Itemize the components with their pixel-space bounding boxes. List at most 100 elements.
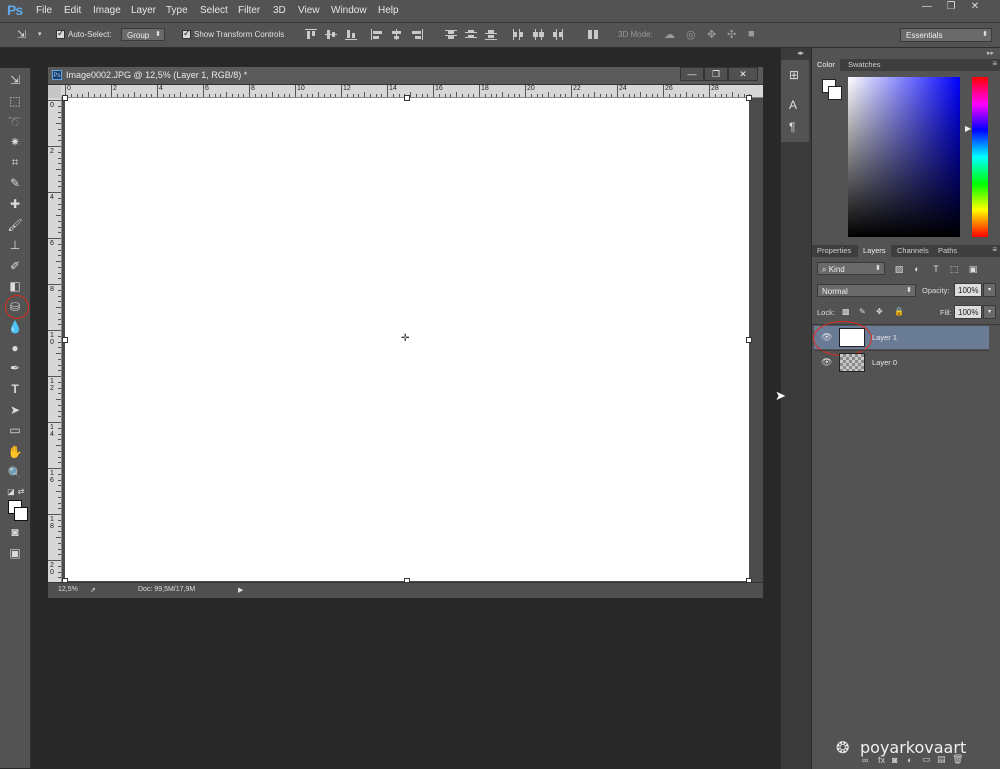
distribute-vertical-centers-icon[interactable] bbox=[465, 29, 477, 40]
menu-edit[interactable]: Edit bbox=[64, 5, 81, 16]
vertical-ruler[interactable]: 0 2 4 6 8 1 0 1 2 1 4 1 6 1 8 2 0 bbox=[48, 98, 62, 582]
adjustment-filter-icon[interactable]: ◐ bbox=[912, 264, 922, 274]
new-layer-icon[interactable]: ▤ bbox=[937, 754, 946, 765]
screen-mode-icon[interactable]: ▣ bbox=[6, 545, 24, 561]
add-mask-icon[interactable]: ◙ bbox=[892, 755, 897, 765]
collapse-arrows-icon[interactable]: ◂▸ bbox=[797, 49, 804, 57]
align-vertical-centers-icon[interactable] bbox=[325, 29, 337, 40]
collapse-arrows-icon[interactable]: ▸▸ bbox=[987, 49, 994, 57]
3d-scale-icon[interactable]: ■ bbox=[748, 28, 755, 40]
auto-select-checkbox[interactable] bbox=[56, 28, 65, 39]
eyedropper-tool-icon[interactable]: ✎ bbox=[6, 175, 24, 191]
menu-3d[interactable]: 3D bbox=[273, 5, 286, 16]
workspace-dropdown[interactable]: Essentials ⬍ bbox=[900, 28, 992, 42]
opacity-input[interactable]: 100% bbox=[954, 283, 982, 297]
shape-filter-icon[interactable]: ⬚ bbox=[949, 264, 959, 274]
menu-help[interactable]: Help bbox=[378, 5, 399, 16]
doc-close-button[interactable]: ✕ bbox=[728, 67, 758, 81]
fill-input[interactable]: 100% bbox=[954, 305, 982, 319]
document-canvas[interactable]: ✛ bbox=[62, 95, 752, 584]
menu-view[interactable]: View bbox=[298, 5, 320, 16]
share-icon[interactable]: ⇗ bbox=[90, 586, 96, 594]
transform-handle[interactable] bbox=[746, 337, 752, 343]
hue-slider[interactable] bbox=[972, 77, 988, 237]
tab-channels[interactable]: Channels bbox=[892, 245, 934, 257]
move-tool-icon[interactable]: ⇲ bbox=[6, 72, 24, 88]
adjustment-layer-icon[interactable]: ◐ bbox=[907, 755, 912, 765]
visibility-eye-icon[interactable]: 👁 bbox=[821, 357, 832, 368]
layer-row-layer-0[interactable]: 👁 Layer 0 bbox=[814, 350, 989, 374]
transform-handle[interactable] bbox=[404, 95, 410, 101]
document-title-bar[interactable]: Ps Image0002.JPG @ 12,5% (Layer 1, RGB/8… bbox=[48, 67, 763, 85]
opacity-slider-toggle-icon[interactable]: ▾ bbox=[983, 283, 996, 297]
path-selection-tool-icon[interactable]: ➤ bbox=[6, 402, 24, 418]
hand-tool-icon[interactable]: ✋ bbox=[6, 444, 24, 460]
eraser-tool-icon[interactable]: ◧ bbox=[6, 278, 24, 294]
panel-menu-icon[interactable]: ≡ bbox=[992, 59, 997, 68]
pen-tool-icon[interactable]: ✒ bbox=[6, 360, 24, 376]
3d-roll-icon[interactable]: ◎ bbox=[686, 28, 696, 41]
menu-window[interactable]: Window bbox=[331, 5, 367, 16]
app-minimize-button[interactable]: — bbox=[918, 1, 936, 13]
zoom-level[interactable]: 12,5% bbox=[58, 586, 78, 593]
color-panel-background-swatch[interactable] bbox=[828, 86, 842, 100]
healing-brush-tool-icon[interactable]: ✚ bbox=[6, 196, 24, 212]
distribute-left-icon[interactable] bbox=[512, 29, 524, 40]
history-panel-icon[interactable]: ⊞ bbox=[789, 68, 799, 82]
distribute-bottom-icon[interactable] bbox=[485, 29, 497, 40]
menu-image[interactable]: Image bbox=[93, 5, 121, 16]
transform-handle[interactable] bbox=[62, 337, 68, 343]
new-group-icon[interactable]: ▭ bbox=[922, 754, 931, 765]
tab-swatches[interactable]: Swatches bbox=[843, 59, 886, 71]
auto-select-dropdown[interactable]: Group ⬍ bbox=[121, 28, 165, 41]
pixel-filter-icon[interactable]: ▨ bbox=[894, 264, 904, 274]
character-panel-icon[interactable]: A bbox=[789, 98, 797, 112]
magic-wand-tool-icon[interactable]: ✷ bbox=[6, 134, 24, 150]
quick-mask-icon[interactable]: ◙ bbox=[6, 524, 24, 540]
hue-slider-thumb-icon[interactable]: ▶ bbox=[965, 124, 971, 133]
distribute-horizontal-centers-icon[interactable] bbox=[532, 29, 544, 40]
menu-select[interactable]: Select bbox=[200, 5, 228, 16]
align-bottom-edges-icon[interactable] bbox=[345, 29, 357, 40]
align-horizontal-centers-icon[interactable] bbox=[391, 29, 403, 40]
status-menu-arrow-icon[interactable]: ▶ bbox=[238, 586, 243, 594]
crop-tool-icon[interactable]: ⌗ bbox=[6, 154, 24, 170]
menu-file[interactable]: File bbox=[36, 5, 52, 16]
align-left-edges-icon[interactable] bbox=[371, 29, 383, 40]
lasso-tool-icon[interactable]: ➰ bbox=[6, 114, 24, 130]
color-picker-field[interactable] bbox=[848, 77, 960, 237]
horizontal-ruler[interactable]: 0 2 4 6 8 10 12 14 16 18 20 22 24 26 28 bbox=[61, 85, 763, 98]
tool-preset-arrow-icon[interactable]: ▾ bbox=[38, 30, 42, 38]
app-restore-button[interactable]: ❐ bbox=[942, 1, 960, 13]
tab-color[interactable]: Color bbox=[812, 59, 840, 71]
blend-mode-dropdown[interactable]: Normal ⬍ bbox=[817, 284, 916, 297]
auto-align-layers-icon[interactable] bbox=[587, 29, 599, 40]
3d-drag-icon[interactable]: ✥ bbox=[707, 28, 716, 41]
distribute-top-icon[interactable] bbox=[445, 29, 457, 40]
dodge-tool-icon[interactable]: ● bbox=[6, 340, 24, 356]
align-top-edges-icon[interactable] bbox=[305, 29, 317, 40]
move-tool-icon[interactable]: ⇲ bbox=[17, 28, 26, 41]
lock-image-pixels-icon[interactable]: ✎ bbox=[859, 307, 866, 316]
panel-menu-icon[interactable]: ≡ bbox=[992, 245, 997, 254]
ruler-origin[interactable] bbox=[48, 85, 61, 98]
transform-handle[interactable] bbox=[746, 95, 752, 101]
tab-layers[interactable]: Layers bbox=[858, 245, 891, 257]
link-layers-icon[interactable]: ∞ bbox=[862, 755, 868, 765]
app-close-button[interactable]: ✕ bbox=[966, 1, 984, 13]
layer-filter-dropdown[interactable]: ⌕ Kind ⬍ bbox=[817, 262, 885, 275]
delete-layer-icon[interactable]: 🗑 bbox=[952, 754, 963, 765]
menu-type[interactable]: Type bbox=[166, 5, 188, 16]
align-right-edges-icon[interactable] bbox=[411, 29, 423, 40]
blur-tool-icon[interactable]: 💧 bbox=[6, 319, 24, 335]
tab-properties[interactable]: Properties bbox=[812, 245, 856, 257]
zoom-tool-icon[interactable]: 🔍 bbox=[6, 465, 24, 481]
brush-tool-icon[interactable]: 🖌 bbox=[6, 217, 24, 233]
3d-rotate-icon[interactable]: ☁ bbox=[664, 28, 675, 41]
marquee-tool-icon[interactable]: ⬚ bbox=[6, 93, 24, 109]
distribute-right-icon[interactable] bbox=[552, 29, 564, 40]
lock-transparency-icon[interactable]: ▩ bbox=[842, 307, 850, 316]
layer-style-icon[interactable]: fx bbox=[878, 755, 885, 765]
doc-restore-button[interactable]: ❐ bbox=[704, 67, 728, 81]
swap-colors-icon[interactable]: ⇄ bbox=[12, 484, 30, 500]
